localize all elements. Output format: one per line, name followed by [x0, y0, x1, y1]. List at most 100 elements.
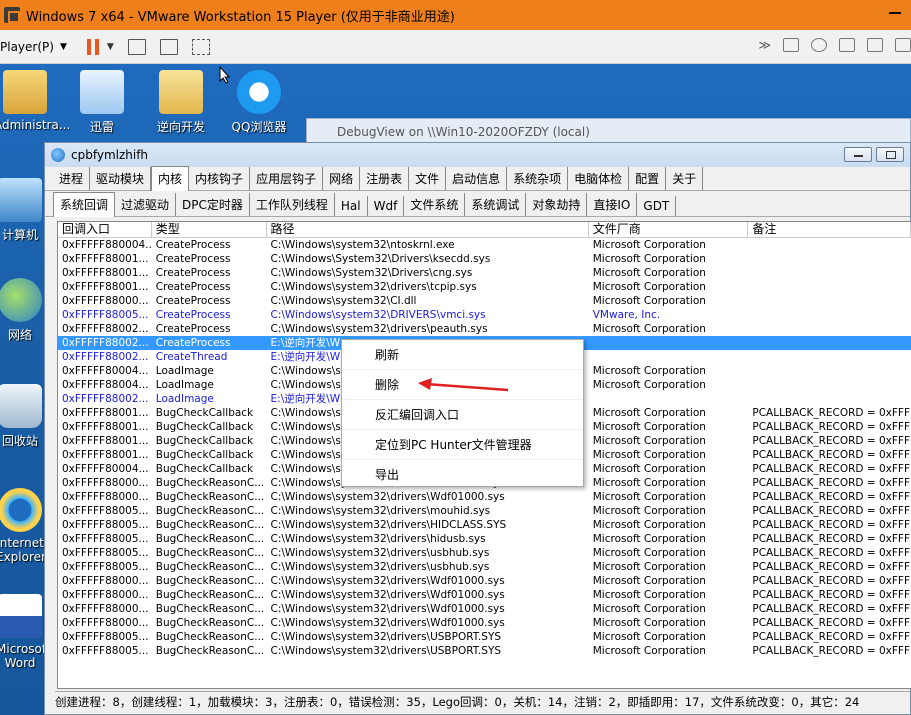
minimize-button[interactable]: [844, 147, 872, 162]
cell-path: C:\Windows\system32\drivers\Wdf01000.sys: [270, 617, 505, 629]
tab-main-5[interactable]: 网络: [323, 167, 361, 190]
cell-type: BugCheckCallback: [155, 463, 254, 475]
tab-sub-4[interactable]: Hal: [335, 196, 368, 216]
table-row[interactable]: 0xFFFFF88000... BugCheckReasonC... C:\Wind…: [58, 616, 911, 630]
column-header-type[interactable]: 类型: [152, 222, 267, 237]
tab-sub-10[interactable]: GDT: [637, 196, 677, 216]
tab-main-0[interactable]: 进程: [53, 167, 91, 190]
cell-type: BugCheckReasonC...: [155, 589, 265, 601]
tab-main-4[interactable]: 应用层钩子: [250, 167, 324, 190]
table-row[interactable]: 0xFFFFF88000... CreateProcess C:\Windows\s…: [58, 294, 911, 308]
window-titlebar[interactable]: cpbfymlzhifh: [45, 143, 910, 167]
sound-card-icon[interactable]: [895, 38, 911, 52]
desktop-icon-network[interactable]: 网络: [0, 278, 44, 343]
printer-icon[interactable]: [867, 38, 883, 52]
tab-main-12[interactable]: 关于: [666, 167, 704, 190]
hard-disk-icon[interactable]: [783, 38, 799, 52]
maximize-button[interactable]: [876, 147, 904, 162]
table-row[interactable]: 0xFFFFF880004... CreateProcess C:\Windows\…: [58, 238, 911, 252]
menu-item-export[interactable]: 导出: [342, 460, 583, 490]
fit-guest-icon[interactable]: [159, 38, 178, 55]
cell-vendor: Microsoft Corporation: [592, 631, 706, 643]
column-header-entry[interactable]: 回调入口: [58, 222, 152, 237]
tab-main-7[interactable]: 文件: [409, 167, 447, 190]
player-menu-chevron-down-icon[interactable]: ▼: [60, 42, 67, 52]
network-adapter-icon[interactable]: [839, 38, 855, 52]
qq-browser-icon: [237, 70, 281, 114]
cell-note: PCALLBACK_RECORD = 0xFFFFF: [752, 617, 911, 629]
desktop-icon-xunlei[interactable]: 迅雷: [76, 70, 128, 135]
tab-sub-8[interactable]: 对象劫持: [526, 193, 588, 216]
tab-main-10[interactable]: 电脑体检: [568, 167, 630, 190]
tab-main-3[interactable]: 内核钩子: [189, 167, 251, 190]
table-row[interactable]: 0xFFFFF88001... CreateProcess C:\Windows\S…: [58, 266, 911, 280]
tab-main-9[interactable]: 系统杂项: [507, 167, 569, 190]
cell-entry: 0xFFFFF88002...: [62, 351, 149, 363]
tab-main-6[interactable]: 注册表: [360, 167, 410, 190]
cell-path: C:\Windows\System32\Drivers\ksecdd.sys: [270, 253, 491, 265]
desktop-icon-label: Administra...: [0, 118, 71, 132]
menu-item-locate-file[interactable]: 定位到PC Hunter文件管理器: [342, 430, 583, 460]
cd-rom-icon[interactable]: [811, 38, 827, 52]
tab-main-8[interactable]: 启动信息: [446, 167, 508, 190]
cell-entry: 0xFFFFF88000...: [62, 575, 149, 587]
user-folder-icon: [3, 70, 47, 114]
cell-note: PCALLBACK_RECORD = 0xFFFFF: [752, 547, 911, 559]
cell-type: BugCheckReasonC...: [155, 533, 265, 545]
pause-icon[interactable]: [86, 38, 101, 55]
table-row[interactable]: 0xFFFFF88000... BugCheckReasonC... C:\Wind…: [58, 574, 911, 588]
tab-sub-3[interactable]: 工作队列线程: [250, 193, 335, 216]
main-tabs: 进程 驱动模块 内核 内核钩子 应用层钩子 网络 注册表 文件 启动信息 系统杂项 电脑体检 配置 关于: [45, 166, 910, 191]
tab-sub-1[interactable]: 过滤驱动: [115, 193, 177, 216]
table-row[interactable]: 0xFFFFF88002... CreateProcess C:\Windows\s…: [58, 322, 911, 336]
tab-main-1[interactable]: 驱动模块: [90, 167, 152, 190]
cell-note: PCALLBACK_RECORD = 0xFFFFF: [752, 463, 911, 475]
desktop-icon-folder[interactable]: 逆向开发: [150, 70, 212, 135]
tab-sub-9[interactable]: 直接IO: [587, 193, 638, 216]
cell-entry: 0xFFFFF88000...: [62, 491, 149, 503]
table-row[interactable]: 0xFFFFF88005... BugCheckReasonC... C:\Wind…: [58, 644, 911, 658]
desktop-icon-recycle-bin[interactable]: 回收站: [0, 384, 44, 449]
tab-main-2[interactable]: 内核: [151, 166, 190, 191]
table-row[interactable]: 0xFFFFF88000... BugCheckReasonC... C:\Wind…: [58, 602, 911, 616]
more-devices-icon[interactable]: ≫: [758, 38, 771, 52]
unity-icon[interactable]: [191, 38, 210, 55]
table-row[interactable]: 0xFFFFF88005... BugCheckReasonC... C:\Wind…: [58, 518, 911, 532]
tab-sub-5[interactable]: Wdf: [368, 196, 405, 216]
cell-type: CreateProcess: [155, 281, 231, 293]
tab-sub-6[interactable]: 文件系统: [404, 193, 466, 216]
tab-sub-0[interactable]: 系统回调: [53, 192, 116, 217]
debugview-window-titlebar[interactable]: DebugView on \\Win10-2020OFZDY (local): [306, 118, 911, 144]
power-chevron-down-icon[interactable]: ▼: [107, 42, 114, 52]
tab-sub-2[interactable]: DPC定时器: [176, 193, 250, 216]
cell-entry: 0xFFFFF88000...: [62, 617, 149, 629]
column-header-path[interactable]: 路径: [267, 222, 589, 237]
table-row[interactable]: 0xFFFFF88005... BugCheckReasonC... C:\Wind…: [58, 630, 911, 644]
desktop-icon-ie[interactable]: Internet Explorer: [0, 488, 46, 564]
minimize-button[interactable]: [889, 12, 901, 14]
desktop-icon-qqbrowser[interactable]: QQ浏览器: [226, 70, 292, 135]
table-row[interactable]: 0xFFFFF88000... BugCheckReasonC... C:\Wind…: [58, 490, 911, 504]
menu-item-disassemble[interactable]: 反汇编回调入口: [342, 400, 583, 430]
desktop-icon-word[interactable]: Microsoft Word: [0, 594, 51, 670]
tab-sub-7[interactable]: 系统调试: [465, 193, 527, 216]
table-row[interactable]: 0xFFFFF88005... BugCheckReasonC... C:\Wind…: [58, 560, 911, 574]
cell-entry: 0xFFFFF88001...: [62, 267, 149, 279]
table-row[interactable]: 0xFFFFF88005... CreateProcess C:\Windows\s…: [58, 308, 911, 322]
desktop-icon-user[interactable]: Administra...: [0, 70, 70, 132]
column-header-note[interactable]: 备注: [748, 222, 911, 237]
table-row[interactable]: 0xFFFFF88005... BugCheckReasonC... C:\Wind…: [58, 532, 911, 546]
player-menu[interactable]: Player(P): [0, 40, 54, 54]
table-row[interactable]: 0xFFFFF88001... CreateProcess C:\Windows\s…: [58, 280, 911, 294]
column-header-vendor[interactable]: 文件厂商: [589, 222, 749, 237]
menu-item-refresh[interactable]: 刷新: [342, 340, 583, 370]
cell-note: [748, 266, 911, 280]
table-row[interactable]: 0xFFFFF88005... BugCheckReasonC... C:\Wind…: [58, 504, 911, 518]
desktop-icon-computer[interactable]: 计算机: [0, 178, 44, 243]
send-ctrl-alt-del-icon[interactable]: [127, 38, 146, 55]
table-row[interactable]: 0xFFFFF88005... BugCheckReasonC... C:\Wind…: [58, 546, 911, 560]
table-row[interactable]: 0xFFFFF88000... BugCheckReasonC... C:\Wind…: [58, 588, 911, 602]
table-row[interactable]: 0xFFFFF88001... CreateProcess C:\Windows\S…: [58, 252, 911, 266]
tab-main-11[interactable]: 配置: [629, 167, 667, 190]
cell-vendor: Microsoft Corporation: [592, 505, 706, 517]
